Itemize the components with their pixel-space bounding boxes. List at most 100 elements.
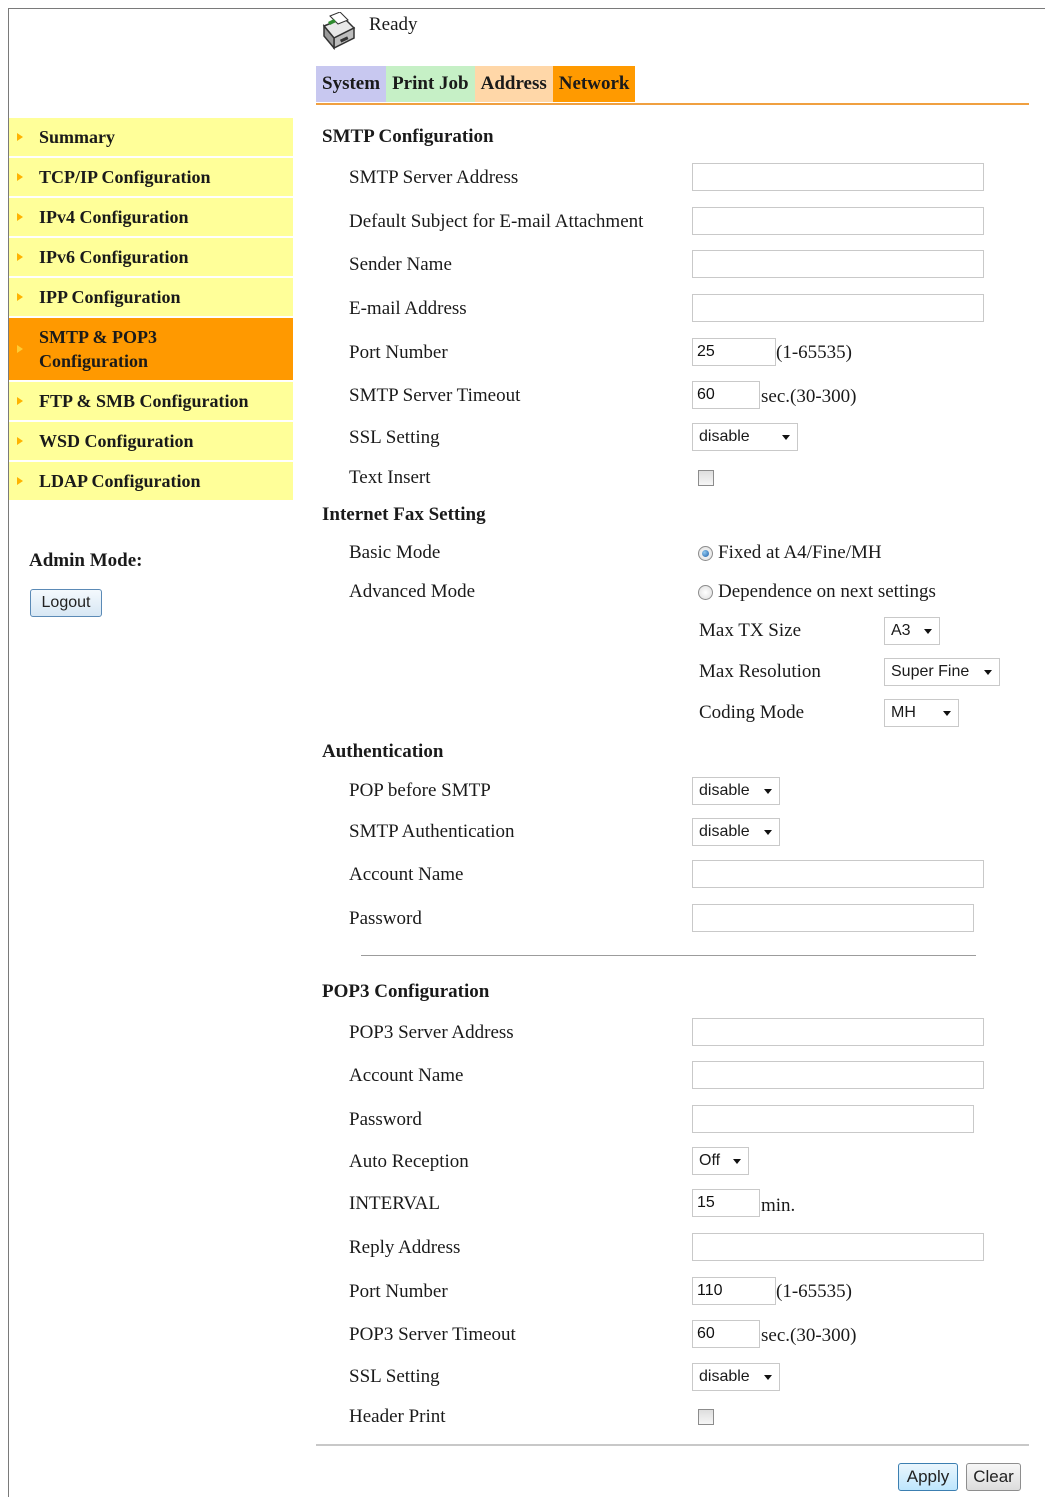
arrow-icon [17,213,23,221]
sidebar-item-ipv4[interactable]: IPv4 Configuration [9,198,293,238]
pop3-timeout-label: POP3 Server Timeout [349,1324,516,1345]
max-tx-size-label: Max TX Size [699,620,802,641]
arrow-icon [17,293,23,301]
pop3-timeout-input[interactable] [692,1320,760,1348]
ifax-section-title: Internet Fax Setting [322,504,486,525]
pop3-port-number-input[interactable] [692,1277,776,1305]
pop-before-smtp-label: POP before SMTP [349,780,491,801]
basic-mode-radio[interactable] [698,546,713,561]
text-insert-label: Text Insert [349,467,431,488]
printer-icon [322,12,356,51]
tab-system[interactable]: System [316,66,387,102]
apply-button[interactable]: Apply [898,1463,958,1491]
tab-bar: System Print Job Address Network [316,66,636,102]
sender-name-input[interactable] [692,250,984,278]
arrow-icon [17,397,23,405]
header-print-checkbox[interactable] [698,1409,714,1425]
smtp-port-range: (1-65535) [776,342,852,363]
max-resolution-label: Max Resolution [699,661,821,682]
reply-address-input[interactable] [692,1233,984,1261]
sidebar-item-wsd[interactable]: WSD Configuration [9,422,293,462]
pop3-server-address-label: POP3 Server Address [349,1022,514,1043]
smtp-port-number-input[interactable] [692,338,776,366]
sidebar-item-ldap[interactable]: LDAP Configuration [9,462,293,502]
sidebar-item-label: LDAP Configuration [39,471,201,491]
pop3-section-title: POP3 Configuration [322,981,490,1002]
sidebar-item-label: IPv4 Configuration [39,207,189,227]
coding-mode-value: MH [891,704,916,721]
max-resolution-value: Super Fine [891,663,970,680]
arrow-icon [17,133,23,141]
sidebar-item-label: TCP/IP Configuration [39,167,211,187]
chevron-down-icon [984,670,992,675]
arrow-icon [17,173,23,181]
smtp-auth-select[interactable]: disable [692,818,780,846]
header-print-label: Header Print [349,1406,446,1427]
sidebar-item-ipv6[interactable]: IPv6 Configuration [9,238,293,278]
sidebar-item-summary[interactable]: Summary [9,118,293,158]
pop-before-smtp-select[interactable]: disable [692,777,780,805]
chevron-down-icon [764,830,772,835]
auto-reception-select[interactable]: Off [692,1147,749,1175]
tab-underline [316,103,1029,105]
advanced-mode-radio[interactable] [698,585,713,600]
basic-mode-option: Fixed at A4/Fine/MH [718,542,882,563]
chevron-down-icon [782,435,790,440]
pop3-server-address-input[interactable] [692,1018,984,1046]
pop3-ssl-select[interactable]: disable [692,1363,780,1391]
sender-name-label: Sender Name [349,254,452,275]
tab-address[interactable]: Address [474,66,553,102]
arrow-icon [17,253,23,261]
sidebar-item-ipp[interactable]: IPP Configuration [9,278,293,318]
auth-account-name-input[interactable] [692,860,984,888]
coding-mode-select[interactable]: MH [884,699,959,727]
basic-mode-label: Basic Mode [349,542,441,563]
interval-unit: min. [761,1195,796,1216]
pop3-ssl-label: SSL Setting [349,1366,440,1387]
pop3-port-range: (1-65535) [776,1281,852,1302]
tab-network[interactable]: Network [552,66,636,102]
sidebar-item-ftp-smb[interactable]: FTP & SMB Configuration [9,382,293,422]
auth-account-name-label: Account Name [349,864,464,885]
smtp-auth-value: disable [699,823,750,840]
pop3-ssl-value: disable [699,1368,750,1385]
pop3-port-number-label: Port Number [349,1281,448,1302]
arrow-icon [17,345,23,353]
interval-label: INTERVAL [349,1193,441,1214]
advanced-mode-label: Advanced Mode [349,581,476,602]
pop3-account-name-input[interactable] [692,1061,984,1089]
smtp-ssl-value: disable [699,428,750,445]
auth-section-title: Authentication [322,741,444,762]
interval-input[interactable] [692,1189,760,1217]
smtp-server-address-input[interactable] [692,163,984,191]
smtp-timeout-input[interactable] [692,381,760,409]
sidebar-item-smtp-pop3[interactable]: SMTP & POP3 Configuration [9,318,293,382]
pop3-timeout-range: sec.(30-300) [761,1325,857,1346]
default-subject-input[interactable] [692,207,984,235]
chevron-down-icon [764,789,772,794]
auth-password-input[interactable] [692,904,974,932]
pop3-password-input[interactable] [692,1105,974,1133]
sidebar-item-label: Summary [39,127,115,147]
max-tx-size-select[interactable]: A3 [884,617,940,645]
sidebar-item-label: IPv6 Configuration [39,247,189,267]
smtp-section-title: SMTP Configuration [322,126,494,147]
max-resolution-select[interactable]: Super Fine [884,658,1000,686]
footer-divider [316,1444,1029,1446]
reply-address-label: Reply Address [349,1237,461,1258]
email-address-input[interactable] [692,294,984,322]
tab-print-job[interactable]: Print Job [386,66,475,102]
smtp-timeout-range: sec.(30-300) [761,386,857,407]
auto-reception-label: Auto Reception [349,1151,469,1172]
clear-button[interactable]: Clear [966,1463,1021,1491]
logout-button[interactable]: Logout [30,589,102,617]
smtp-ssl-select[interactable]: disable [692,423,798,451]
smtp-port-number-label: Port Number [349,342,448,363]
smtp-ssl-label: SSL Setting [349,427,440,448]
coding-mode-label: Coding Mode [699,702,805,723]
text-insert-checkbox[interactable] [698,470,714,486]
auto-reception-value: Off [699,1152,721,1169]
sidebar-item-label: FTP & SMB Configuration [39,391,249,411]
chevron-down-icon [764,1375,772,1380]
sidebar-item-tcpip[interactable]: TCP/IP Configuration [9,158,293,198]
